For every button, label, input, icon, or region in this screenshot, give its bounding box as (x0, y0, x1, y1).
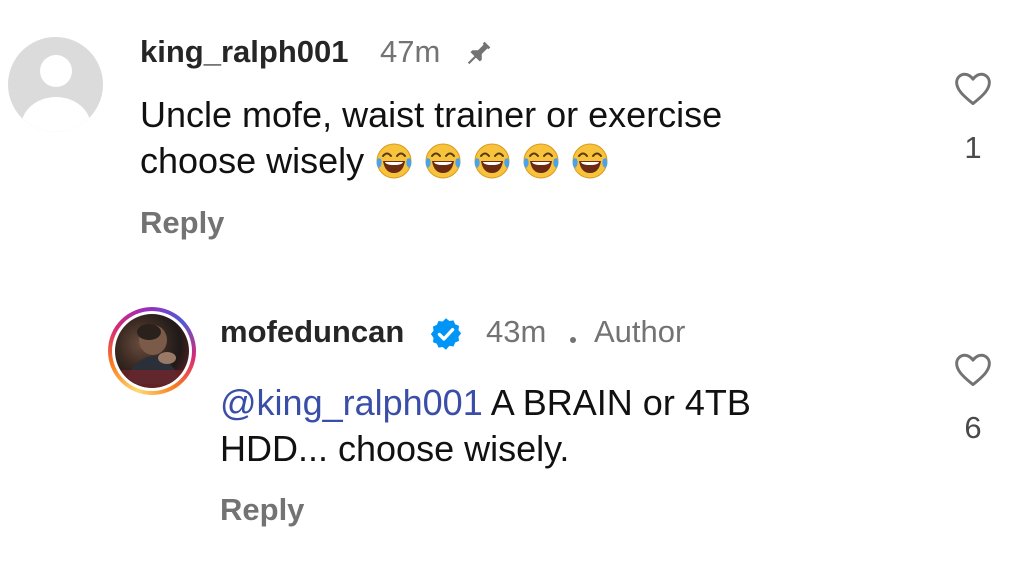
verified-badge-icon (430, 318, 462, 350)
reply-button[interactable]: Reply (140, 205, 224, 241)
comment-username[interactable]: mofeduncan (220, 314, 404, 350)
laughing-tears-emoji-icon (376, 143, 412, 179)
comment-timestamp: 43m (486, 314, 547, 349)
comment-username[interactable]: king_ralph001 (140, 34, 348, 70)
comment-text: @king_ralph001 A BRAIN or 4TB HDD... cho… (220, 380, 840, 472)
laughing-tears-emoji-icon (572, 143, 608, 179)
laughing-tears-emoji-icon (474, 143, 510, 179)
comment-text: Uncle mofe, waist trainer or exercise ch… (140, 92, 840, 184)
like-count: 1 (964, 130, 982, 165)
avatar-default-user-icon[interactable] (8, 37, 103, 132)
author-avatar[interactable] (108, 307, 196, 395)
separator-dot (570, 337, 576, 343)
author-label: Author (594, 314, 686, 349)
comment-timestamp: 47m (380, 34, 441, 69)
laughing-tears-emoji-icon (523, 143, 559, 179)
laughing-tears-emoji-icon (425, 143, 461, 179)
reply-button[interactable]: Reply (220, 492, 304, 528)
like-count: 6 (964, 410, 982, 445)
pin-icon (467, 41, 491, 65)
heart-icon[interactable] (953, 70, 993, 106)
mention-link[interactable]: @king_ralph001 (220, 382, 483, 423)
heart-icon[interactable] (953, 351, 993, 387)
emoji-row (374, 140, 619, 181)
